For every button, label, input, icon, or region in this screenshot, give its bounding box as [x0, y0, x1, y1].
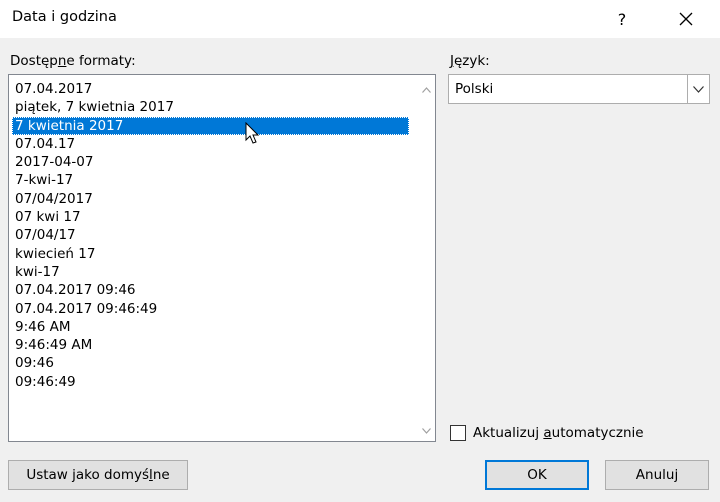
cancel-button[interactable]: Anuluj: [605, 460, 709, 490]
formats-listbox[interactable]: 07.04.2017 piątek, 7 kwietnia 2017 7 kwiet…: [8, 74, 436, 442]
list-item[interactable]: kwiecień 17: [12, 245, 409, 263]
scroll-down-button[interactable]: [418, 422, 435, 439]
title-bar: Data i godzina ?: [0, 0, 720, 38]
list-item[interactable]: 07/04/2017: [12, 190, 409, 208]
list-item[interactable]: 07.04.2017 09:46: [12, 281, 409, 299]
ok-button[interactable]: OK: [485, 460, 589, 490]
set-default-button[interactable]: Ustaw jako domyślne: [8, 460, 188, 490]
formats-scrollbar[interactable]: [418, 75, 435, 441]
list-item[interactable]: 09:46: [12, 354, 409, 372]
list-item[interactable]: 7-kwi-17: [12, 171, 409, 189]
list-item[interactable]: 07.04.2017 09:46:49: [12, 300, 409, 318]
formats-label: Dostępne formaty:: [10, 53, 136, 69]
scroll-up-button[interactable]: [418, 81, 435, 98]
list-item[interactable]: kwi-17: [12, 263, 409, 281]
chevron-down-icon: [693, 85, 704, 93]
mouse-pointer-icon: [245, 122, 260, 144]
cancel-label: Anuluj: [635, 467, 679, 483]
auto-update-checkbox[interactable]: Aktualizuj automatycznie: [450, 425, 644, 441]
window-title: Data i godzina: [12, 9, 117, 25]
ok-label: OK: [527, 467, 547, 483]
language-value: Polski: [455, 81, 494, 97]
language-dropdown-button[interactable]: [687, 75, 709, 103]
language-label: Język:: [450, 53, 490, 69]
help-icon: ?: [617, 9, 627, 29]
set-default-label: Ustaw jako domyślne: [26, 467, 170, 483]
list-item[interactable]: 9:46:49 AM: [12, 336, 409, 354]
list-item[interactable]: 2017-04-07: [12, 153, 409, 171]
close-icon: [679, 12, 693, 26]
list-item[interactable]: 07/04/17: [12, 226, 409, 244]
close-button[interactable]: [664, 2, 708, 36]
list-item[interactable]: 07 kwi 17: [12, 208, 409, 226]
formats-list: 07.04.2017 piątek, 7 kwietnia 2017 7 kwiet…: [12, 80, 409, 391]
checkbox-box[interactable]: [450, 425, 466, 441]
list-item[interactable]: 7 kwietnia 2017: [12, 116, 409, 135]
chevron-down-icon: [422, 427, 431, 434]
list-item[interactable]: 9:46 AM: [12, 318, 409, 336]
list-item[interactable]: 09:46:49: [12, 373, 409, 391]
list-item[interactable]: 07.04.2017: [12, 80, 409, 98]
chevron-up-icon: [422, 86, 431, 93]
help-button[interactable]: ?: [603, 2, 641, 36]
list-item[interactable]: 07.04.17: [12, 135, 409, 153]
auto-update-label: Aktualizuj automatycznie: [473, 425, 644, 441]
list-item[interactable]: piątek, 7 kwietnia 2017: [12, 98, 409, 116]
language-select[interactable]: Polski: [448, 74, 710, 104]
